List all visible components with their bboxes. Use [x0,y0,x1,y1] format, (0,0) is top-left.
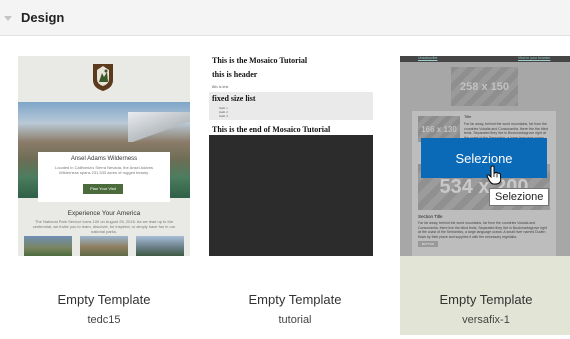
preview-button: BUTTON [418,241,438,247]
template-title: Empty Template [248,292,342,307]
template-title: Empty Template [57,292,151,307]
plan-visit-button: Plan Your Visit [83,184,123,194]
preview-photo [136,236,184,256]
mountain-snow [128,112,190,142]
template-card-tedc15[interactable]: Ansel Adams Wilderness Located in Califo… [18,56,190,335]
template-preview-thumbnail[interactable]: Unsubscribe View in your browser 258 x 1… [400,56,570,256]
template-card-versafix-1[interactable]: Unsubscribe View in your browser 258 x 1… [400,56,570,335]
template-preview-thumbnail[interactable]: Ansel Adams Wilderness Located in Califo… [18,56,190,256]
template-card-tutorial[interactable]: This is the Mosaico Tutorial this is hea… [209,56,381,335]
park-service-logo-icon [93,64,113,91]
preview-heading: This is the Mosaico Tutorial [212,56,308,65]
preview-section-title: Experience Your America [67,210,141,217]
preview-section-text: Far far away, behind the word mountains,… [418,221,547,239]
hero-title: Ansel Adams Wilderness [70,156,138,162]
section-title: Design [21,10,65,25]
design-section-header[interactable]: Design [0,0,570,36]
preview-photo [24,236,72,256]
preview-section-text: The National Park Service turns 100 on A… [32,219,176,234]
tooltip: Selezione [489,188,550,206]
template-id: tedc15 [87,314,121,326]
preview-heading: this is header [212,70,258,79]
preview-photo [80,236,128,256]
hand-cursor-icon [486,165,502,185]
preview-top-bar: Unsubscribe View in your browser [400,56,570,62]
preview-browser-link: View in your browser [518,56,551,60]
preview-heading: This is the end of Mosaico Tutorial [212,125,331,134]
template-preview-thumbnail[interactable]: This is the Mosaico Tutorial this is hea… [209,56,381,256]
chevron-down-icon[interactable] [4,15,12,21]
preview-section-title: Section Title [418,214,443,219]
preview-unsubscribe-link: Unsubscribe [418,56,438,60]
preview-dark-block [209,135,373,256]
hero-text: Located in California's Sierra Nevada, t… [55,165,153,175]
template-title: Empty Template [439,292,533,307]
hero-info-box: Ansel Adams Wilderness Located in Califo… [38,152,170,202]
template-id: versafix-1 [462,314,510,326]
preview-heading: fixed size list [212,94,256,103]
preview-text: this is text [212,84,229,89]
template-id: tutorial [278,314,312,326]
preview-list-item: item 3 [219,114,228,118]
preview-block-title: Title [464,114,472,119]
image-placeholder: 258 x 150 [451,67,518,106]
select-template-button[interactable]: Selezione [421,138,547,178]
